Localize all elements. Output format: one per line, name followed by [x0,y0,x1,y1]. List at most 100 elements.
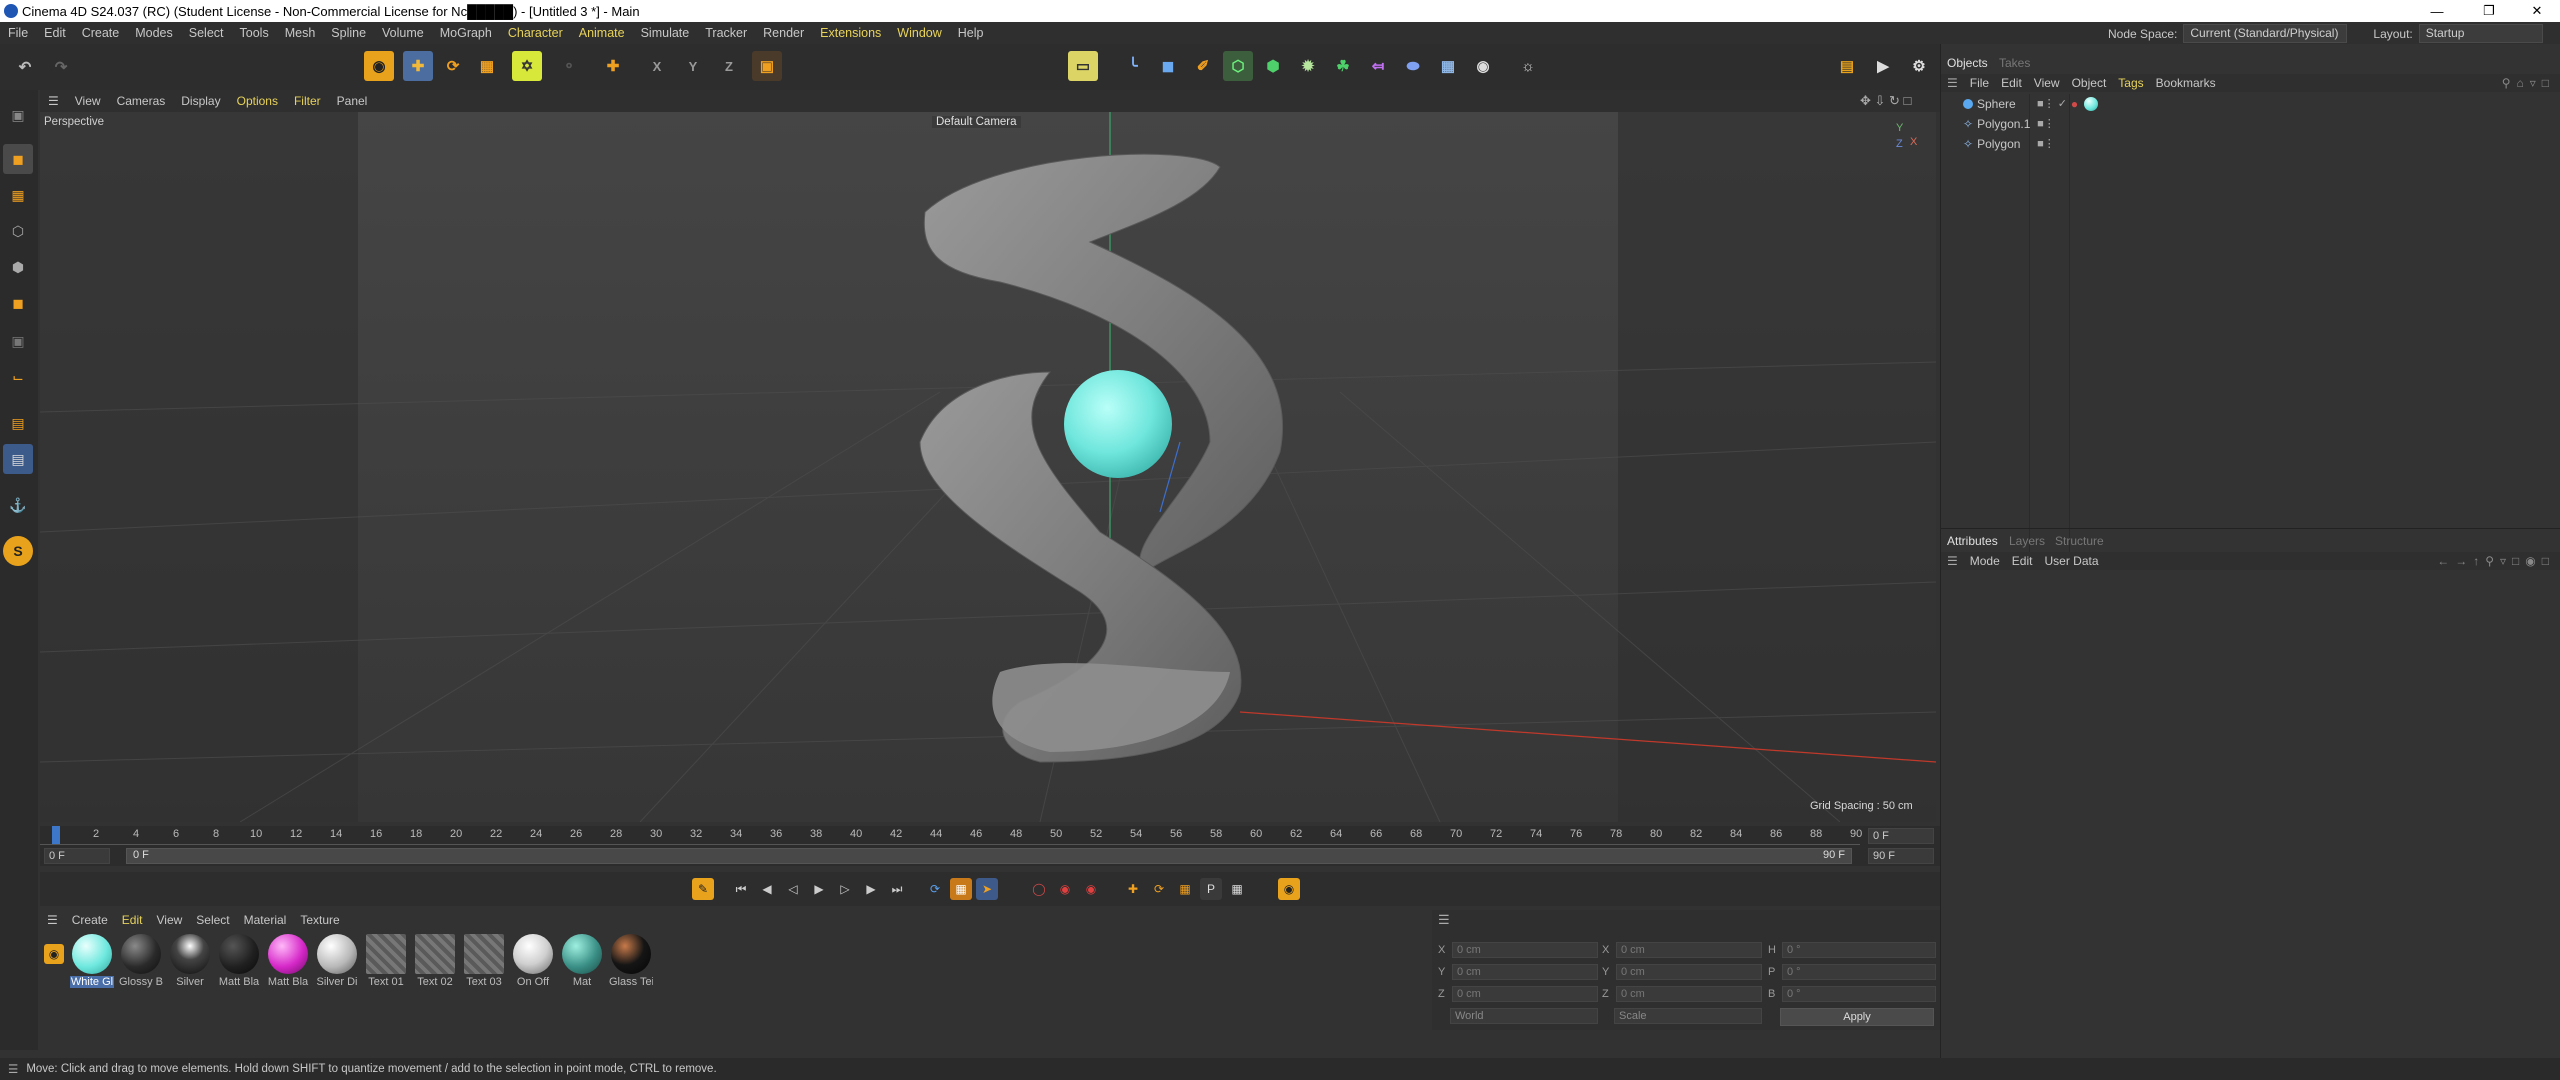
rot-p-field[interactable]: 0 ° [1782,964,1936,980]
redo-icon[interactable]: ↷ [46,52,76,82]
viewport-menu-display[interactable]: Display [173,94,228,108]
lock-x-axis-icon[interactable]: X [642,51,672,81]
move-tool-icon[interactable]: ✚ [403,51,433,81]
rot-h-field[interactable]: 0 ° [1782,942,1936,958]
autokey-icon[interactable]: ◉ [1080,878,1102,900]
scale-tool-icon[interactable]: ▦ [472,51,502,81]
object-menu-object[interactable]: Object [2066,76,2113,90]
viewport-menu-view[interactable]: View [67,94,109,108]
menu-file[interactable]: File [0,26,36,40]
tab-structure[interactable]: Structure [2055,534,2104,548]
material-swatch[interactable]: Glossy B [119,934,163,988]
subdivision-icon[interactable]: ⬡ [1223,51,1253,81]
material-swatch[interactable]: Mat [560,934,604,988]
pos-x-field[interactable]: 0 cm [1452,942,1598,958]
object-mode-icon[interactable]: ▣ [752,51,782,81]
key-rotation-icon[interactable]: ⟳ [1148,878,1170,900]
light-icon[interactable]: ☼ [1513,51,1543,81]
material-swatch[interactable]: Silver [168,934,212,988]
spline-pen-icon[interactable]: ╰ [1118,51,1148,81]
material-menu-create[interactable]: Create [65,913,115,927]
attribute-menu-mode[interactable]: Mode [1964,554,2006,568]
timeline-ruler[interactable]: 0 2 4 6 8 10 12 14 16 18 20 22 24 26 28 … [40,826,1940,866]
restore-button[interactable]: ❐ [2466,0,2512,22]
start-frame-field[interactable]: 0 F [44,848,110,864]
rot-b-field[interactable]: 0 ° [1782,986,1936,1002]
make-editable-icon[interactable]: ▣ [3,100,33,130]
lock-y-axis-icon[interactable]: Y [678,51,708,81]
object-name[interactable]: Polygon.1 [1977,117,2037,131]
model-mode-icon[interactable]: ◼ [3,144,33,174]
pos-z-field[interactable]: 0 cm [1452,986,1598,1002]
go-to-start-icon[interactable]: ⏮ [730,878,752,900]
menu-edit[interactable]: Edit [36,26,74,40]
object-menu-file[interactable]: File [1964,76,1995,90]
workplane-icon[interactable]: ▤ [3,408,33,438]
select-tool-icon[interactable]: ◉ [364,51,394,81]
snap-icon[interactable]: ⚓ [3,490,33,520]
visibility-toggle-icon[interactable]: ■⋮ [2037,117,2055,130]
object-row[interactable]: ✧ Polygon ■⋮ [1943,134,2559,153]
size-y-field[interactable]: 0 cm [1616,964,1762,980]
object-menu-icon[interactable]: ☰ [1941,76,1964,90]
object-name[interactable]: Sphere [1977,97,2037,111]
cube-primitive-icon[interactable]: ◼ [1153,51,1183,81]
viewport-solo-icon[interactable]: ▭ [1068,51,1098,81]
material-swatch[interactable]: Text 02 [413,934,457,988]
lock-z-axis-icon[interactable]: Z [714,51,744,81]
material-menu-texture[interactable]: Texture [293,913,346,927]
visibility-toggle-icon[interactable]: ■⋮ [2037,137,2055,150]
menu-character[interactable]: Character [500,26,571,40]
menu-extensions[interactable]: Extensions [812,26,889,40]
material-swatch[interactable]: Glass Tei [609,934,653,988]
coordinate-system-dropdown[interactable]: World [1450,1008,1598,1024]
viewport-navigation-icons[interactable]: ✥ ⇩ ↻ □ [1860,93,1911,109]
material-menu-icon[interactable]: ☰ [40,913,65,927]
object-menu-tags[interactable]: Tags [2112,76,2149,90]
key-position-icon[interactable]: ✚ [1122,878,1144,900]
tab-layers[interactable]: Layers [2009,534,2045,548]
previous-frame-icon[interactable]: ◁ [782,878,804,900]
menu-animate[interactable]: Animate [571,26,633,40]
axis-mode-icon[interactable]: ⌙ [3,362,33,392]
menu-window[interactable]: Window [889,26,949,40]
tag-icon[interactable]: ● [2071,97,2078,111]
material-swatch[interactable]: On Off [511,934,555,988]
layout-dropdown[interactable]: Startup [2418,24,2543,43]
material-swatch[interactable]: Matt Bla [217,934,261,988]
pos-y-field[interactable]: 0 cm [1452,964,1598,980]
apply-button[interactable]: Apply [1780,1008,1934,1026]
size-mode-dropdown[interactable]: Scale [1614,1008,1762,1024]
current-frame-field[interactable]: 0 F [1868,828,1934,844]
edges-mode-icon[interactable]: ⬢ [3,252,33,282]
loop-icon[interactable]: ⟳ [924,878,946,900]
menu-mesh[interactable]: Mesh [277,26,324,40]
object-row[interactable]: Sphere ■⋮ ✓ ● [1943,94,2559,113]
timeline-playhead[interactable] [52,826,60,844]
floor-icon[interactable]: ▦ [1433,51,1463,81]
pen-tool-icon[interactable]: ✐ [1188,51,1218,81]
material-menu-select[interactable]: Select [189,913,236,927]
motion-tracking-icon[interactable]: ➤ [976,878,998,900]
material-swatch[interactable]: White Gl [70,934,114,988]
viewport-perspective[interactable]: Perspective Default Camera Grid Spacing … [40,112,1936,822]
locked-workplane-icon[interactable]: ▤ [3,444,33,474]
key-pla-icon[interactable]: ▦ [1226,878,1248,900]
polygons-mode-icon[interactable]: ◼ [3,288,33,318]
menu-spline[interactable]: Spline [323,26,374,40]
soft-selection-icon[interactable]: S [3,536,33,566]
key-mode-icon[interactable]: ▦ [950,878,972,900]
material-swatch[interactable]: Silver Di [315,934,359,988]
material-menu-edit[interactable]: Edit [115,913,150,927]
menu-volume[interactable]: Volume [374,26,432,40]
attribute-menu-edit[interactable]: Edit [2006,554,2039,568]
record-inactive-icon[interactable]: ◯ [1028,878,1050,900]
mograph-icon[interactable]: ☘ [1328,51,1358,81]
field-icon[interactable]: ⬬ [1398,51,1428,81]
viewport-menu-options[interactable]: Options [229,94,286,108]
viewport-menu-icon[interactable]: ☰ [40,94,67,108]
material-swatch[interactable]: Text 01 [364,934,408,988]
attribute-menu-icon[interactable]: ☰ [1941,554,1964,568]
cloner-icon[interactable]: ✹ [1293,51,1323,81]
coordinate-system-icon[interactable]: ✚ [598,51,628,81]
